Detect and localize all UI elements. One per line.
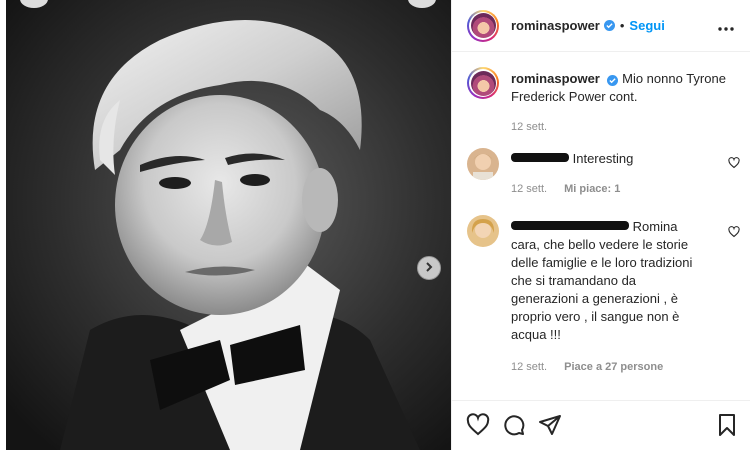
separator-dot: • xyxy=(619,18,625,33)
post-actions-bar xyxy=(452,400,750,450)
caption-author-avatar[interactable] xyxy=(467,67,499,99)
comment-meta: 12 sett. Mi piace: 1 xyxy=(511,180,742,198)
follow-button[interactable]: Segui xyxy=(629,18,664,33)
comment-timestamp[interactable]: 12 sett. xyxy=(511,183,547,195)
comment-body: Interesting xyxy=(511,148,742,168)
author-username[interactable]: rominaspower xyxy=(511,18,600,33)
portrait-photo xyxy=(0,0,451,450)
media-edge xyxy=(0,0,6,450)
comment-meta: 12 sett. Piace a 27 persone xyxy=(511,358,742,376)
comment-timestamp[interactable]: 12 sett. xyxy=(511,361,547,373)
chevron-right-icon xyxy=(424,259,434,277)
prev-button-partial[interactable] xyxy=(20,0,48,8)
caption-username[interactable]: rominaspower xyxy=(511,71,600,86)
post-caption: rominaspower Mio nonno Tyrone Frederick … xyxy=(467,67,742,136)
comment-text: Interesting xyxy=(572,151,634,166)
redacted-username xyxy=(511,221,629,230)
comment-text: Romina cara, che bello vedere le storie … xyxy=(511,219,693,342)
redacted-username xyxy=(511,153,569,162)
comment-like-heart-icon[interactable] xyxy=(728,156,740,174)
comment-likes[interactable]: Piace a 27 persone xyxy=(564,361,663,373)
heart-icon[interactable] xyxy=(466,413,490,442)
post-header: rominaspower • Segui xyxy=(452,0,750,52)
bookmark-icon[interactable] xyxy=(717,413,737,442)
comment-likes[interactable]: Mi piace: 1 xyxy=(564,183,620,195)
comment-body: Romina cara, che bello vedere le storie … xyxy=(511,215,696,344)
caption-body: rominaspower Mio nonno Tyrone Frederick … xyxy=(511,67,742,106)
post-sidebar: rominaspower • Segui rominaspower Mio no… xyxy=(451,0,750,450)
caption-meta: 12 sett. xyxy=(511,118,742,136)
next-button-partial[interactable] xyxy=(408,0,436,8)
more-options-icon[interactable] xyxy=(718,18,734,36)
comment-icon[interactable] xyxy=(502,413,526,442)
post-media xyxy=(0,0,451,450)
comment-item: Romina cara, che bello vedere le storie … xyxy=(467,215,742,376)
comment-like-heart-icon[interactable] xyxy=(728,225,740,243)
carousel-next-button[interactable] xyxy=(417,256,441,280)
author-avatar[interactable] xyxy=(467,9,499,42)
media-top-controls xyxy=(0,0,451,8)
verified-badge-icon xyxy=(607,75,619,86)
comment-item: Interesting 12 sett. Mi piace: 1 xyxy=(467,148,742,198)
caption-timestamp[interactable]: 12 sett. xyxy=(511,121,547,133)
commenter-avatar[interactable] xyxy=(467,148,499,180)
commenter-avatar[interactable] xyxy=(467,215,499,247)
send-icon[interactable] xyxy=(538,413,562,442)
verified-badge-icon xyxy=(603,20,615,31)
